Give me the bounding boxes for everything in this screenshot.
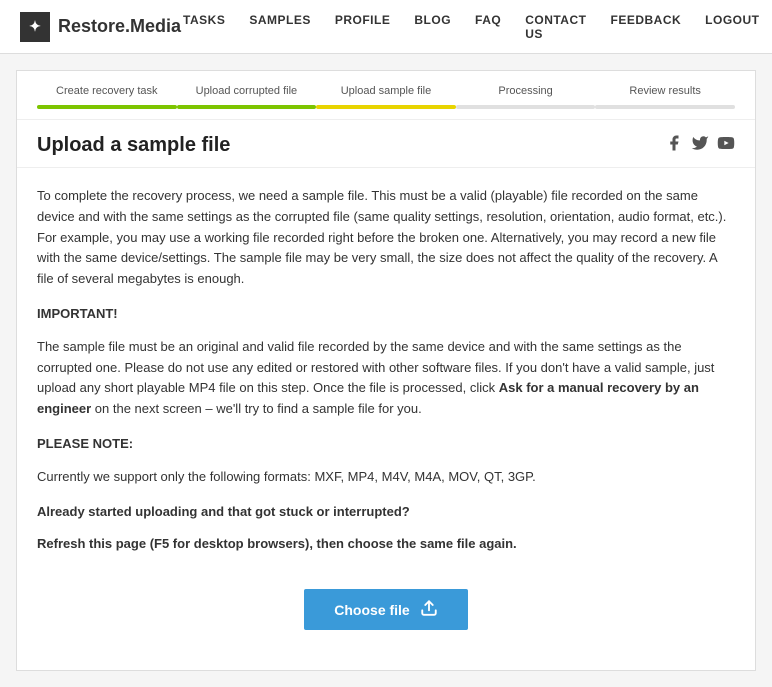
nav-blog[interactable]: BLOG [412, 9, 453, 45]
please-note-label: PLEASE NOTE: [37, 434, 735, 455]
choose-file-label: Choose file [334, 602, 409, 618]
stuck-bold2: Refresh this page (F5 for desktop browse… [37, 534, 735, 555]
page-title: Upload a sample file [37, 134, 230, 157]
social-icons [665, 134, 735, 157]
step-processing: Processing [456, 85, 596, 119]
upload-icon [420, 599, 438, 620]
main-container: Create recovery task Upload corrupted fi… [16, 70, 756, 671]
stuck-section: Already started uploading and that got s… [37, 502, 735, 556]
progress-steps: Create recovery task Upload corrupted fi… [17, 71, 755, 120]
nav-samples[interactable]: SAMPLES [247, 9, 313, 45]
page-header: Upload a sample file [17, 120, 755, 168]
nav-faq[interactable]: FAQ [473, 9, 503, 45]
stuck-bold1: Already started uploading and that got s… [37, 502, 735, 523]
header: ✦ Restore.Media TASKS SAMPLES PROFILE BL… [0, 0, 772, 54]
please-note-text: Currently we support only the following … [37, 467, 735, 488]
main-nav: TASKS SAMPLES PROFILE BLOG FAQ CONTACT U… [181, 9, 761, 45]
nav-feedback[interactable]: FEEDBACK [608, 9, 683, 45]
twitter-icon[interactable] [691, 134, 709, 157]
nav-contact-us[interactable]: CONTACT US [523, 9, 588, 45]
important-section: IMPORTANT! The sample file must be an or… [37, 304, 735, 420]
choose-file-button[interactable]: Choose file [304, 589, 467, 630]
step-bar-1 [37, 105, 177, 109]
step-bar-4 [456, 105, 596, 109]
step-upload-corrupted: Upload corrupted file [177, 85, 317, 119]
step-create-recovery: Create recovery task [37, 85, 177, 119]
step-bar-2 [177, 105, 317, 109]
facebook-icon[interactable] [665, 134, 683, 157]
nav-tasks[interactable]: TASKS [181, 9, 227, 45]
logo-text: Restore.Media [58, 16, 181, 37]
important-text-after: on the next screen – we'll try to find a… [91, 401, 422, 416]
nav-profile[interactable]: PROFILE [333, 9, 393, 45]
step-review-results: Review results [595, 85, 735, 119]
choose-file-container: Choose file [37, 569, 735, 640]
logo-icon: ✦ [20, 12, 50, 42]
logo[interactable]: ✦ Restore.Media [20, 12, 181, 42]
important-label: IMPORTANT! [37, 304, 735, 325]
nav-logout[interactable]: LOGOUT [703, 9, 761, 45]
intro-text: To complete the recovery process, we nee… [37, 186, 735, 290]
step-bar-3 [316, 105, 456, 109]
content: To complete the recovery process, we nee… [17, 168, 755, 670]
important-text: The sample file must be an original and … [37, 337, 735, 420]
step-bar-5 [595, 105, 735, 109]
step-upload-sample: Upload sample file [316, 85, 456, 119]
please-note-section: PLEASE NOTE: Currently we support only t… [37, 434, 735, 488]
intro-section: To complete the recovery process, we nee… [37, 186, 735, 290]
youtube-icon[interactable] [717, 134, 735, 157]
